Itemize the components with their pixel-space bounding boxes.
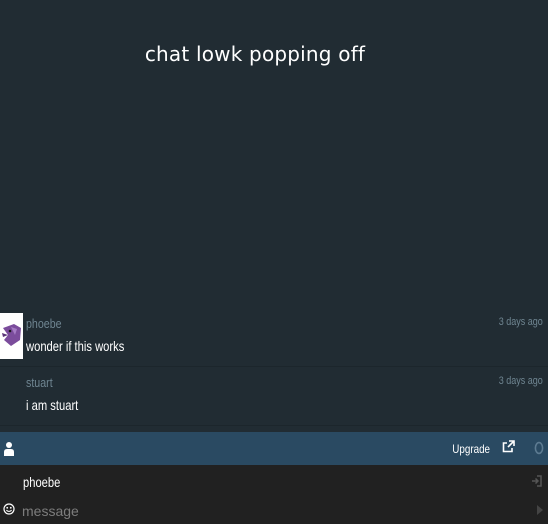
page-title: chat lowk popping off (144, 42, 366, 66)
message-timestamp: 3 days ago (498, 316, 543, 328)
chat-message: phoebe 3 days ago wonder if this works (0, 308, 548, 367)
chat-message: stuart 3 days ago i am stuart (0, 367, 548, 426)
online-count-icon (534, 441, 544, 455)
user-icon[interactable] (3, 441, 15, 457)
message-text: wonder if this works (26, 338, 125, 354)
message-input[interactable] (22, 501, 522, 521)
upgrade-button[interactable]: Upgrade (452, 442, 490, 456)
message-author: stuart (26, 375, 53, 390)
message-composer: phoebe (0, 465, 548, 524)
message-author: phoebe (26, 316, 62, 331)
send-icon[interactable] (537, 505, 543, 515)
message-timestamp: 3 days ago (498, 375, 543, 387)
chat-toolbar: Upgrade (0, 432, 548, 465)
chat-widget: chat lowk popping off phoebe 3 days ago … (0, 0, 548, 524)
purple-bird-icon (0, 313, 23, 359)
emoji-icon[interactable] (3, 503, 15, 515)
current-username: phoebe (23, 474, 61, 490)
external-link-icon[interactable] (502, 440, 515, 453)
message-text: i am stuart (26, 397, 79, 413)
avatar (0, 313, 23, 359)
login-icon[interactable] (531, 475, 542, 487)
